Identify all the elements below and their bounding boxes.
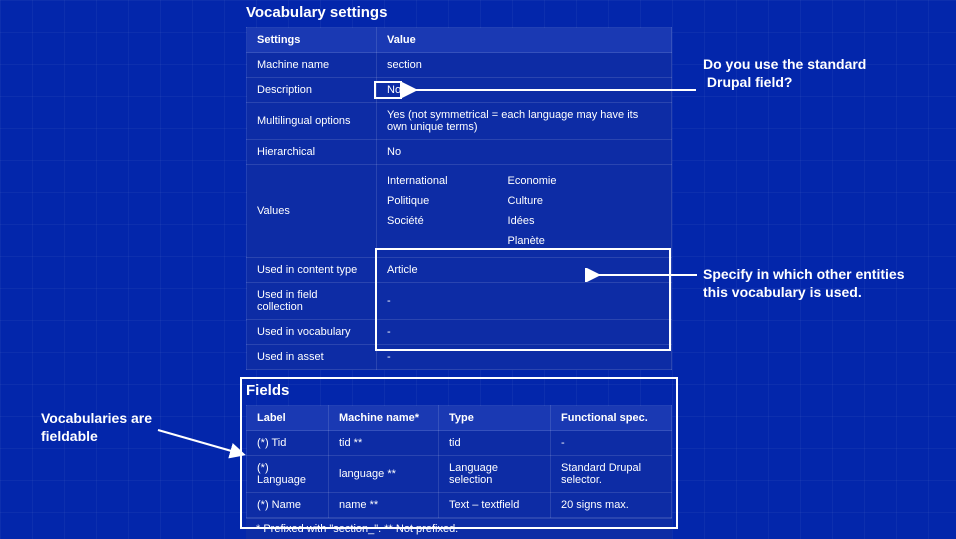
callout-entities: Specify in which other entities this voc… [703,266,904,301]
arrow-icon [154,426,254,460]
callout-fieldable: Vocabularies are fieldable [41,410,152,445]
settings-row: Multilingual optionsYes (not symmetrical… [247,103,672,140]
fields-table: Label Machine name* Type Functional spec… [246,405,672,518]
fields-footnote: * Prefixed with "section_". ** Not prefi… [246,518,672,539]
vocabulary-settings-panel: Vocabulary settings Settings Value Machi… [246,4,672,370]
fields-row: (*) Tidtid **tid- [247,431,672,456]
settings-row-values: Values International Politique Société E… [247,165,672,258]
settings-header-value: Value [377,28,672,53]
settings-row: HierarchicalNo [247,140,672,165]
settings-row: Used in vocabulary- [247,320,672,345]
settings-row: Used in content typeArticle [247,258,672,283]
callout-standard-field: Do you use the standard Drupal field? [703,56,866,91]
settings-row: DescriptionNo [247,78,672,103]
settings-row: Used in field collection- [247,283,672,320]
settings-row: Used in asset- [247,345,672,370]
fields-row: (*) Languagelanguage **Language selectio… [247,456,672,493]
vocabulary-settings-title: Vocabulary settings [246,4,672,21]
fields-header: Label [247,406,329,431]
fields-row: (*) Namename **Text – textfield20 signs … [247,493,672,518]
fields-title: Fields [246,382,672,399]
settings-table: Settings Value Machine namesection Descr… [246,27,672,370]
fields-panel: Fields Label Machine name* Type Function… [246,382,672,539]
fields-header: Machine name* [329,406,439,431]
fields-header: Type [439,406,551,431]
settings-row: Machine namesection [247,53,672,78]
fields-header: Functional spec. [551,406,672,431]
settings-header-key: Settings [247,28,377,53]
